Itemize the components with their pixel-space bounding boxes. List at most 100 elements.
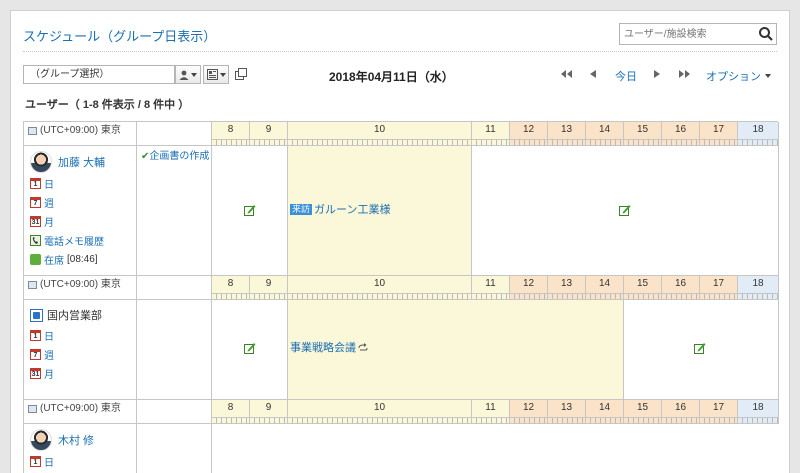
time-header-row: (UTC+09:00) 東京 8 9 10 11 12 13 14 15 16 … [24, 122, 779, 146]
add-event-icon[interactable] [619, 204, 631, 216]
next-week-icon[interactable] [677, 66, 691, 82]
hour-cell: 16 [662, 400, 700, 423]
event-block[interactable]: 事業戦略会議 [288, 300, 624, 399]
day-link[interactable]: 1日 [30, 174, 136, 193]
user-column: 木村 修 1日 [24, 424, 137, 473]
popup-window-icon[interactable] [233, 66, 249, 82]
chevron-down-icon [219, 72, 226, 77]
hour-cell: 9 [250, 276, 288, 299]
hour-cell: 12 [510, 122, 548, 145]
hour-cell: 15 [624, 122, 662, 145]
group-column: 国内営業部 1日 7週 31 月 [24, 300, 137, 399]
time-header-row: (UTC+09:00) 東京 8 9 10 11 12 13 14 15 16 … [24, 400, 779, 424]
todo-header-cell [137, 276, 212, 299]
todo-column: ✔企画書の作成 [137, 146, 212, 275]
organization-icon [30, 308, 43, 322]
search-icon[interactable] [758, 26, 774, 42]
hour-cell: 17 [700, 276, 738, 299]
hour-cell: 18 [738, 400, 779, 423]
user-count-label: ユーザー（ 1-8 件表示 / 8 件中 ） [25, 99, 190, 111]
event-title[interactable]: ガルーン工業様 [314, 201, 390, 217]
user-facility-search[interactable] [619, 23, 777, 45]
group-row-domestic-sales: 国内営業部 1日 7週 31 月 事業戦略会議 [24, 300, 779, 400]
current-date: 2018年04月11日（水） [329, 70, 454, 84]
prev-day-icon[interactable] [587, 66, 599, 82]
empty-slot[interactable] [212, 300, 288, 399]
calendar-day-icon: 1 [30, 330, 41, 341]
options-label[interactable]: オプション [706, 68, 761, 84]
hour-cell: 10 [288, 400, 472, 423]
add-event-icon[interactable] [694, 342, 706, 354]
hour-cell: 13 [548, 400, 586, 423]
month-link[interactable]: 31 月 [30, 364, 136, 383]
hour-cell: 12 [510, 400, 548, 423]
prev-week-icon[interactable] [559, 66, 573, 82]
day-link[interactable]: 1日 [30, 452, 136, 471]
user-column: 加藤 大輔 1日 7週 31 月 電話メモ履歴 在席 [08:46] [24, 146, 137, 275]
schedule-window: スケジュール（グループ日表示） （グループ選択） 2018年04月11日（水） … [10, 10, 790, 473]
user-picker-button[interactable] [175, 65, 201, 84]
todo-item[interactable]: 企画書の作成 [149, 151, 209, 162]
hour-cell: 16 [662, 122, 700, 145]
user-name-link[interactable]: 加藤 大輔 [30, 150, 136, 174]
hour-cell: 13 [548, 276, 586, 299]
group-select[interactable]: （グループ選択） [23, 65, 175, 84]
hour-cell: 8 [212, 276, 250, 299]
calendar-month-icon: 31 [30, 368, 41, 379]
calendar-week-icon: 7 [30, 197, 41, 208]
chevron-down-icon [765, 74, 771, 78]
timezone-label: (UTC+09:00) 東京 [24, 276, 137, 299]
calendar-day-icon: 1 [30, 178, 41, 189]
hour-cell: 14 [586, 400, 624, 423]
hour-cell: 10 [288, 122, 472, 145]
avatar [30, 151, 52, 173]
hour-cell: 9 [250, 400, 288, 423]
empty-slot[interactable] [212, 146, 288, 275]
week-link[interactable]: 7週 [30, 193, 136, 212]
hour-cell: 15 [624, 276, 662, 299]
empty-slot[interactable] [624, 300, 779, 399]
layout-icon [206, 69, 218, 80]
presence-time: [08:46] [67, 254, 98, 265]
phone-icon [30, 235, 41, 246]
day-link[interactable]: 1日 [30, 326, 136, 345]
next-day-icon[interactable] [651, 66, 663, 82]
month-link[interactable]: 31 月 [30, 212, 136, 231]
hour-cell: 8 [212, 122, 250, 145]
event-block[interactable]: 来訪 ガルーン工業様 [288, 146, 472, 275]
todo-header-cell [137, 400, 212, 423]
avatar [30, 429, 52, 451]
add-event-icon[interactable] [244, 204, 256, 216]
search-input[interactable] [620, 24, 754, 44]
user-name-link[interactable]: 木村 修 [30, 428, 136, 452]
timezone-label: (UTC+09:00) 東京 [24, 400, 137, 423]
display-mode-button[interactable] [203, 65, 229, 84]
hour-cell: 8 [212, 400, 250, 423]
calendar-day-icon: 1 [30, 456, 41, 467]
timezone-icon [28, 127, 37, 135]
todo-header-cell [137, 122, 212, 145]
hour-cell: 17 [700, 122, 738, 145]
empty-slot[interactable] [212, 424, 779, 473]
timezone-icon [28, 281, 37, 289]
presence-link[interactable]: 在席 [08:46] [30, 250, 136, 269]
week-link[interactable]: 7週 [30, 345, 136, 364]
presence-icon [30, 254, 41, 265]
phone-memo-link[interactable]: 電話メモ履歴 [30, 231, 136, 250]
hour-cell: 9 [250, 122, 288, 145]
hour-cell: 18 [738, 276, 779, 299]
calendar-week-icon: 7 [30, 349, 41, 360]
hour-cell: 13 [548, 122, 586, 145]
add-event-icon[interactable] [244, 342, 256, 354]
repeat-icon [358, 343, 368, 351]
event-title[interactable]: 事業戦略会議 [290, 339, 356, 355]
schedule-grid: (UTC+09:00) 東京 8 9 10 11 12 13 14 15 16 … [23, 121, 779, 473]
group-name[interactable]: 国内営業部 [30, 304, 136, 326]
user-row-kimura: 木村 修 1日 [24, 424, 779, 473]
empty-slot[interactable] [472, 146, 779, 275]
hour-cell: 10 [288, 276, 472, 299]
options-menu[interactable]: オプション [706, 68, 771, 84]
hour-cell: 11 [472, 400, 510, 423]
chevron-down-icon [191, 72, 197, 77]
today-link[interactable]: 今日 [615, 68, 637, 84]
